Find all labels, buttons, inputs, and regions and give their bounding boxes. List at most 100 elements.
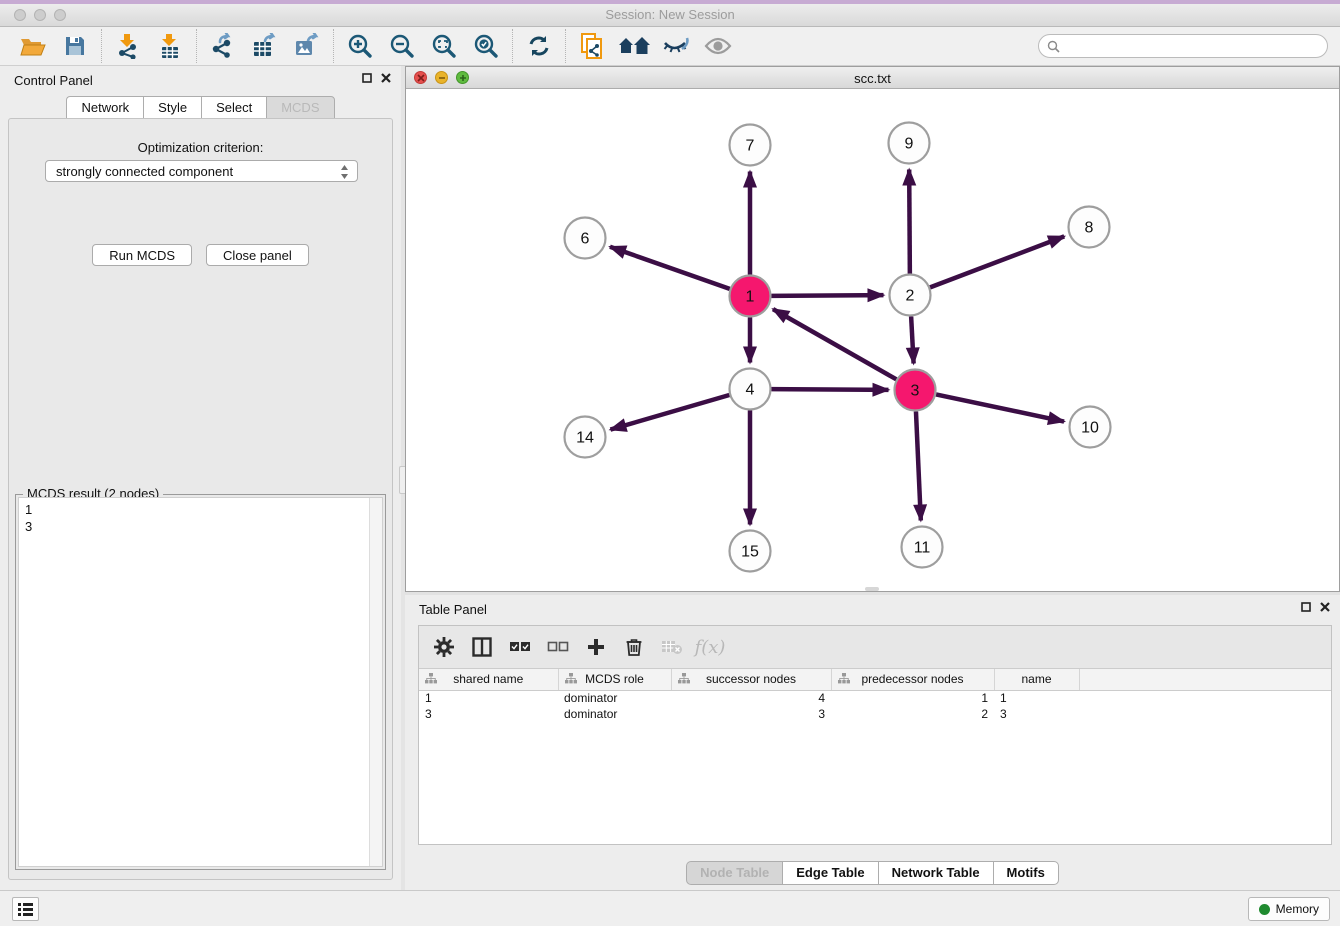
network-canvas[interactable]: 7 9 6 8 1 2 4 3 14 10 15 11 <box>406 89 1339 591</box>
tab-edge-table[interactable]: Edge Table <box>782 861 877 885</box>
search-icon <box>1047 40 1060 53</box>
column-header-name[interactable]: name <box>994 669 1079 690</box>
new-network-from-selection-icon[interactable] <box>571 29 613 63</box>
graph-edge-4-3[interactable] <box>771 389 888 390</box>
graph-node-15[interactable]: 15 <box>730 531 771 572</box>
run-mcds-button[interactable]: Run MCDS <box>92 244 192 266</box>
zoom-out-icon[interactable] <box>381 29 423 63</box>
control-panel-tabs: Network Style Select MCDS <box>0 96 401 120</box>
float-table-panel-icon[interactable] <box>1301 602 1311 612</box>
float-panel-icon[interactable] <box>362 73 372 83</box>
table-settings-icon[interactable] <box>429 632 459 662</box>
toolbar-separator <box>196 29 197 63</box>
tab-select[interactable]: Select <box>201 96 266 120</box>
table-row[interactable]: 1dominator411 <box>419 690 1331 706</box>
main-toolbar <box>0 27 1340 66</box>
export-network-icon[interactable] <box>202 29 244 63</box>
task-history-button[interactable] <box>12 897 39 921</box>
graph-node-1[interactable]: 1 <box>730 276 771 317</box>
fit-content-icon[interactable] <box>423 29 465 63</box>
export-table-icon[interactable] <box>244 29 286 63</box>
control-panel-title: Control Panel <box>14 73 93 88</box>
tab-node-table[interactable]: Node Table <box>686 861 782 885</box>
memory-label: Memory <box>1276 902 1319 916</box>
graph-node-8[interactable]: 8 <box>1069 207 1110 248</box>
svg-text:11: 11 <box>914 540 931 557</box>
svg-text:9: 9 <box>905 136 914 153</box>
open-session-icon[interactable] <box>12 29 54 63</box>
graph-node-4[interactable]: 4 <box>730 369 771 410</box>
close-panel-icon[interactable] <box>381 73 391 83</box>
show-columns-icon[interactable] <box>467 632 497 662</box>
function-builder-icon-disabled: f(x) <box>695 632 725 662</box>
zoom-in-icon[interactable] <box>339 29 381 63</box>
graph-edge-3-11[interactable] <box>916 411 921 520</box>
graph-edge-3-10[interactable] <box>936 394 1064 421</box>
export-image-icon[interactable] <box>286 29 328 63</box>
graph-edge-4-14[interactable] <box>610 395 729 430</box>
column-header-shared-name[interactable]: shared name <box>419 669 558 690</box>
graph-node-11[interactable]: 11 <box>902 527 943 568</box>
toolbar-separator <box>101 29 102 63</box>
graph-node-10[interactable]: 10 <box>1070 407 1111 448</box>
close-table-panel-icon[interactable] <box>1320 602 1330 612</box>
graph-edge-2-8[interactable] <box>930 236 1064 287</box>
first-neighbors-icon[interactable] <box>613 29 655 63</box>
svg-text:15: 15 <box>741 544 759 561</box>
graph-edge-2-3[interactable] <box>911 316 913 363</box>
network-view-window: scc.txt 7968124314101511 <box>405 66 1340 592</box>
svg-text:7: 7 <box>746 138 755 155</box>
graph-edge-3-1[interactable] <box>773 309 896 379</box>
graph-node-14[interactable]: 14 <box>565 417 606 458</box>
graph-node-9[interactable]: 9 <box>889 123 930 164</box>
search-input[interactable] <box>1065 39 1327 53</box>
svg-text:8: 8 <box>1085 220 1094 237</box>
save-session-icon[interactable] <box>54 29 96 63</box>
table-row[interactable]: 3dominator323 <box>419 706 1331 722</box>
select-all-icon[interactable] <box>505 632 535 662</box>
app-title-bar: Session: New Session <box>0 0 1340 27</box>
search-field[interactable] <box>1038 34 1328 58</box>
memory-button[interactable]: Memory <box>1248 897 1330 921</box>
tab-mcds[interactable]: MCDS <box>266 96 334 120</box>
show-all-icon <box>697 29 739 63</box>
result-scrollbar[interactable] <box>369 498 382 866</box>
delete-table-icon-disabled <box>657 632 687 662</box>
graph-edge-1-6[interactable] <box>610 247 730 289</box>
toolbar-separator <box>565 29 566 63</box>
graph-node-7[interactable]: 7 <box>730 125 771 166</box>
network-graph[interactable]: 7 9 6 8 1 2 4 3 14 10 15 11 <box>406 89 1339 591</box>
zoom-selected-icon[interactable] <box>465 29 507 63</box>
toolbar-separator <box>333 29 334 63</box>
deselect-all-icon[interactable] <box>543 632 573 662</box>
refresh-icon[interactable] <box>518 29 560 63</box>
optimization-criterion-value: strongly connected component <box>56 164 233 179</box>
session-title: Session: New Session <box>0 7 1340 22</box>
svg-text:14: 14 <box>576 430 594 447</box>
graph-edge-2-9[interactable] <box>909 169 910 273</box>
tab-network[interactable]: Network <box>66 96 143 120</box>
memory-status-icon <box>1259 904 1270 915</box>
hide-selected-icon[interactable] <box>655 29 697 63</box>
delete-column-icon[interactable] <box>619 632 649 662</box>
column-header-successor-nodes[interactable]: successor nodes <box>671 669 831 690</box>
close-panel-button[interactable]: Close panel <box>206 244 309 266</box>
import-table-icon[interactable] <box>149 29 191 63</box>
import-network-icon[interactable] <box>107 29 149 63</box>
svg-text:3: 3 <box>911 383 920 400</box>
status-bar: Memory <box>0 890 1340 926</box>
graph-node-2[interactable]: 2 <box>890 275 931 316</box>
tab-network-table[interactable]: Network Table <box>878 861 993 885</box>
optimization-criterion-select[interactable]: strongly connected component <box>45 160 358 182</box>
node-table-body: 1dominator4113dominator323 <box>419 690 1331 722</box>
graph-node-6[interactable]: 6 <box>565 218 606 259</box>
graph-edge-1-2[interactable] <box>771 295 883 296</box>
column-header-predecessor-nodes[interactable]: predecessor nodes <box>831 669 994 690</box>
attribute-type-icon <box>838 673 850 684</box>
graph-node-3[interactable]: 3 <box>895 370 936 411</box>
window-resize-handle[interactable] <box>865 587 879 591</box>
tab-motifs[interactable]: Motifs <box>993 861 1059 885</box>
tab-style[interactable]: Style <box>143 96 201 120</box>
column-header-mcds-role[interactable]: MCDS role <box>558 669 671 690</box>
create-column-icon[interactable] <box>581 632 611 662</box>
